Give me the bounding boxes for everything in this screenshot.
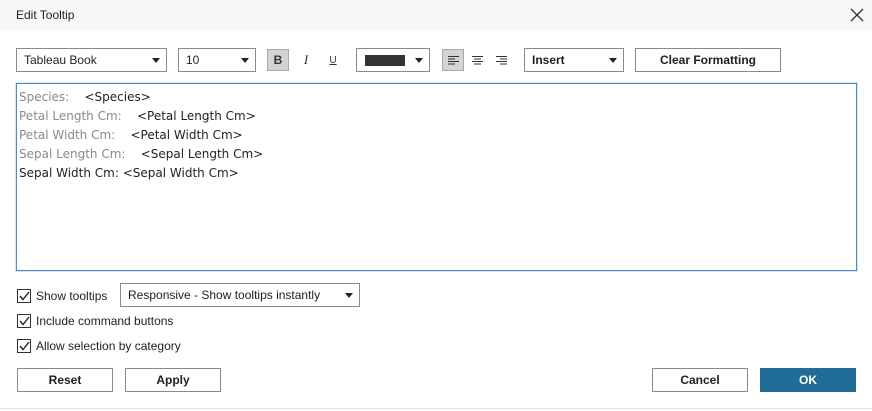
- align-right-button[interactable]: [490, 49, 512, 71]
- include-command-buttons-label: Include command buttons: [36, 314, 174, 328]
- align-center-button[interactable]: [466, 49, 488, 71]
- editor-line-field: <Petal Width Cm>: [130, 128, 243, 142]
- chevron-down-icon: [241, 58, 249, 63]
- edit-tooltip-dialog: Edit Tooltip Tableau Book 10 B I U Inser…: [0, 0, 872, 411]
- checkmark-icon: [18, 291, 30, 301]
- editor-line-label: Species:: [19, 90, 70, 104]
- chevron-down-icon: [152, 58, 160, 63]
- include-command-buttons-checkbox[interactable]: [17, 314, 31, 328]
- show-tooltips-checkbox[interactable]: [17, 289, 31, 303]
- align-left-icon: [447, 55, 459, 64]
- checkmark-icon: [18, 316, 30, 326]
- clear-formatting-button[interactable]: Clear Formatting: [635, 48, 781, 72]
- bold-label: B: [273, 53, 283, 67]
- tooltip-mode-value: Responsive - Show tooltips instantly: [128, 288, 321, 302]
- editor-line-field: <Sepal Length Cm>: [140, 147, 264, 161]
- editor-line: Petal Width Cm: <Petal Width Cm>: [19, 126, 854, 145]
- ok-button[interactable]: OK: [760, 368, 856, 392]
- show-tooltips-label: Show tooltips: [36, 289, 108, 303]
- cancel-button[interactable]: Cancel: [652, 368, 748, 392]
- chevron-down-icon: [345, 293, 353, 298]
- dialog-title: Edit Tooltip: [16, 8, 75, 22]
- editor-line-field: <Sepal Width Cm>: [122, 166, 239, 180]
- allow-selection-row: Allow selection by category: [17, 338, 181, 354]
- close-button[interactable]: [846, 4, 868, 26]
- chevron-down-icon: [415, 58, 423, 63]
- insert-dropdown[interactable]: Insert: [524, 48, 624, 72]
- editor-line-label: Petal Length Cm:: [19, 109, 122, 123]
- underline-label: U: [329, 54, 337, 66]
- close-icon: [850, 8, 864, 22]
- align-center-icon: [471, 55, 483, 64]
- include-command-buttons-row: Include command buttons: [17, 313, 173, 329]
- italic-button[interactable]: I: [295, 49, 317, 71]
- editor-line-label: Sepal Length Cm:: [19, 147, 126, 161]
- show-tooltips-row: Show tooltips: [17, 288, 107, 304]
- chevron-down-icon: [609, 58, 617, 63]
- bold-button[interactable]: B: [267, 49, 289, 71]
- insert-label: Insert: [532, 53, 565, 67]
- text-color-dropdown[interactable]: [356, 48, 430, 72]
- editor-line-field: <Species>: [84, 90, 151, 104]
- editor-line: Petal Length Cm: <Petal Length Cm>: [19, 107, 854, 126]
- align-left-button[interactable]: [442, 49, 464, 71]
- underline-button[interactable]: U: [322, 49, 344, 71]
- bottom-divider: [0, 408, 872, 409]
- editor-line-label: Sepal Width Cm:: [19, 166, 119, 180]
- text-color-swatch: [365, 55, 405, 66]
- editor-line: Sepal Length Cm: <Sepal Length Cm>: [19, 145, 854, 164]
- tooltip-mode-dropdown[interactable]: Responsive - Show tooltips instantly: [120, 283, 360, 307]
- checkmark-icon: [18, 341, 30, 351]
- title-bar: Edit Tooltip: [0, 0, 872, 30]
- apply-button[interactable]: Apply: [125, 368, 221, 392]
- editor-line: Species: <Species>: [19, 88, 854, 107]
- align-right-icon: [495, 55, 507, 64]
- allow-selection-checkbox[interactable]: [17, 339, 31, 353]
- font-family-value: Tableau Book: [24, 53, 97, 67]
- editor-line-field: <Petal Length Cm>: [136, 109, 256, 123]
- font-family-dropdown[interactable]: Tableau Book: [16, 48, 167, 72]
- reset-button[interactable]: Reset: [17, 368, 113, 392]
- allow-selection-label: Allow selection by category: [36, 339, 181, 353]
- font-size-value: 10: [186, 53, 200, 67]
- editor-line-label: Petal Width Cm:: [19, 128, 116, 142]
- tooltip-editor[interactable]: Species: <Species> Petal Length Cm: <Pet…: [16, 83, 857, 271]
- font-size-dropdown[interactable]: 10: [178, 48, 256, 72]
- italic-label: I: [303, 52, 309, 67]
- editor-line: Sepal Width Cm: <Sepal Width Cm>: [19, 164, 854, 183]
